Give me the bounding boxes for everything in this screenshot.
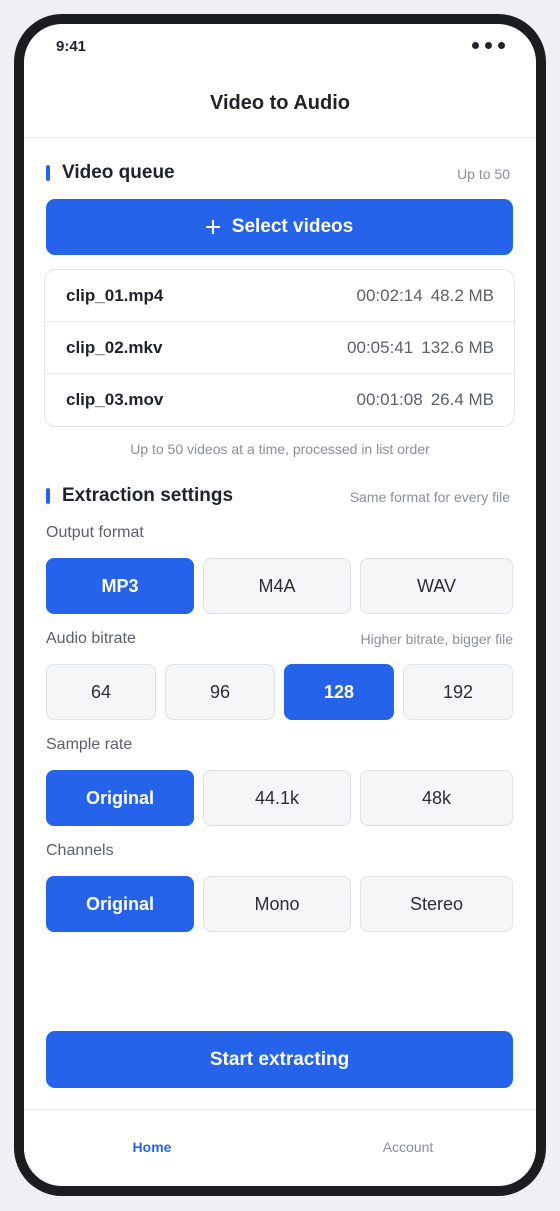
audio-bitrate-hint: Higher bitrate, bigger file (360, 631, 513, 647)
tab-bar: Home Account (24, 1109, 536, 1186)
audio-bitrate-label: Audio bitrate (46, 630, 136, 647)
file-name: clip_01.mp4 (66, 286, 164, 305)
app-screen: 9:41 Video to Audio Video queue Up to 50… (24, 24, 536, 1186)
format-option-wav[interactable]: WAV (360, 558, 513, 614)
sample-rate-label: Sample rate (46, 736, 133, 753)
channels-option-stereo[interactable]: Stereo (360, 876, 513, 932)
select-videos-button[interactable]: Select videos (46, 199, 513, 255)
file-meta: 00:02:14 48.2 MB (357, 286, 495, 306)
file-size: 48.2 MB (430, 286, 494, 305)
video-queue-header: Video queue Up to 50 (46, 160, 510, 186)
select-videos-label: Select videos (231, 216, 354, 237)
file-meta: 00:05:41 132.6 MB (347, 338, 494, 358)
start-extracting-button[interactable]: Start extracting (46, 1031, 513, 1088)
file-row[interactable]: clip_01.mp4 00:02:14 48.2 MB (45, 270, 514, 322)
extraction-settings-header: Extraction settings Same format for ever… (46, 483, 510, 509)
video-queue-title: Video queue (62, 162, 175, 183)
queue-limit-label: Up to 50 (457, 166, 510, 182)
file-name: clip_03.mov (66, 390, 164, 409)
page-title: Video to Audio (210, 92, 350, 114)
file-meta: 00:01:08 26.4 MB (357, 390, 495, 410)
file-duration: 00:02:14 (356, 286, 423, 305)
bitrate-option-192[interactable]: 192 (403, 664, 513, 720)
more-icon[interactable] (472, 42, 505, 49)
file-name: clip_02.mkv (66, 338, 163, 357)
file-duration: 00:01:08 (356, 390, 423, 409)
format-option-mp3[interactable]: MP3 (46, 558, 194, 614)
channels-label: Channels (46, 842, 114, 859)
extraction-settings-title: Extraction settings (62, 485, 234, 506)
channels-option-original[interactable]: Original (46, 876, 194, 932)
status-bar: 9:41 (24, 24, 536, 68)
queue-note: Up to 50 videos at a time, processed in … (130, 441, 430, 457)
bitrate-option-64[interactable]: 64 (46, 664, 156, 720)
tab-account[interactable]: Account (280, 1110, 536, 1184)
section-accent-bar (46, 165, 50, 181)
file-duration: 00:05:41 (347, 338, 414, 357)
sample-rate-option-44k[interactable]: 44.1k (203, 770, 351, 826)
format-option-m4a[interactable]: M4A (203, 558, 351, 614)
file-size: 26.4 MB (430, 390, 494, 409)
output-format-label: Output format (46, 524, 144, 541)
status-time: 9:41 (56, 38, 87, 55)
dot-icon (498, 42, 505, 49)
plus-icon (205, 220, 220, 234)
section-accent-bar (46, 488, 50, 504)
file-size: 132.6 MB (421, 338, 494, 357)
file-row[interactable]: clip_02.mkv 00:05:41 132.6 MB (45, 322, 514, 374)
app-header: Video to Audio (24, 68, 536, 138)
video-file-list: clip_01.mp4 00:02:14 48.2 MB clip_02.mkv … (44, 269, 515, 427)
dot-icon (485, 42, 492, 49)
settings-subtitle: Same format for every file (349, 489, 510, 505)
bitrate-option-128[interactable]: 128 (284, 664, 394, 720)
file-row[interactable]: clip_03.mov 00:01:08 26.4 MB (45, 374, 514, 426)
sample-rate-option-48k[interactable]: 48k (360, 770, 513, 826)
phone-frame: 9:41 Video to Audio Video queue Up to 50… (14, 14, 546, 1196)
dot-icon (472, 42, 479, 49)
channels-option-mono[interactable]: Mono (203, 876, 351, 932)
sample-rate-option-original[interactable]: Original (46, 770, 194, 826)
bitrate-option-96[interactable]: 96 (165, 664, 275, 720)
tab-home[interactable]: Home (24, 1110, 280, 1184)
